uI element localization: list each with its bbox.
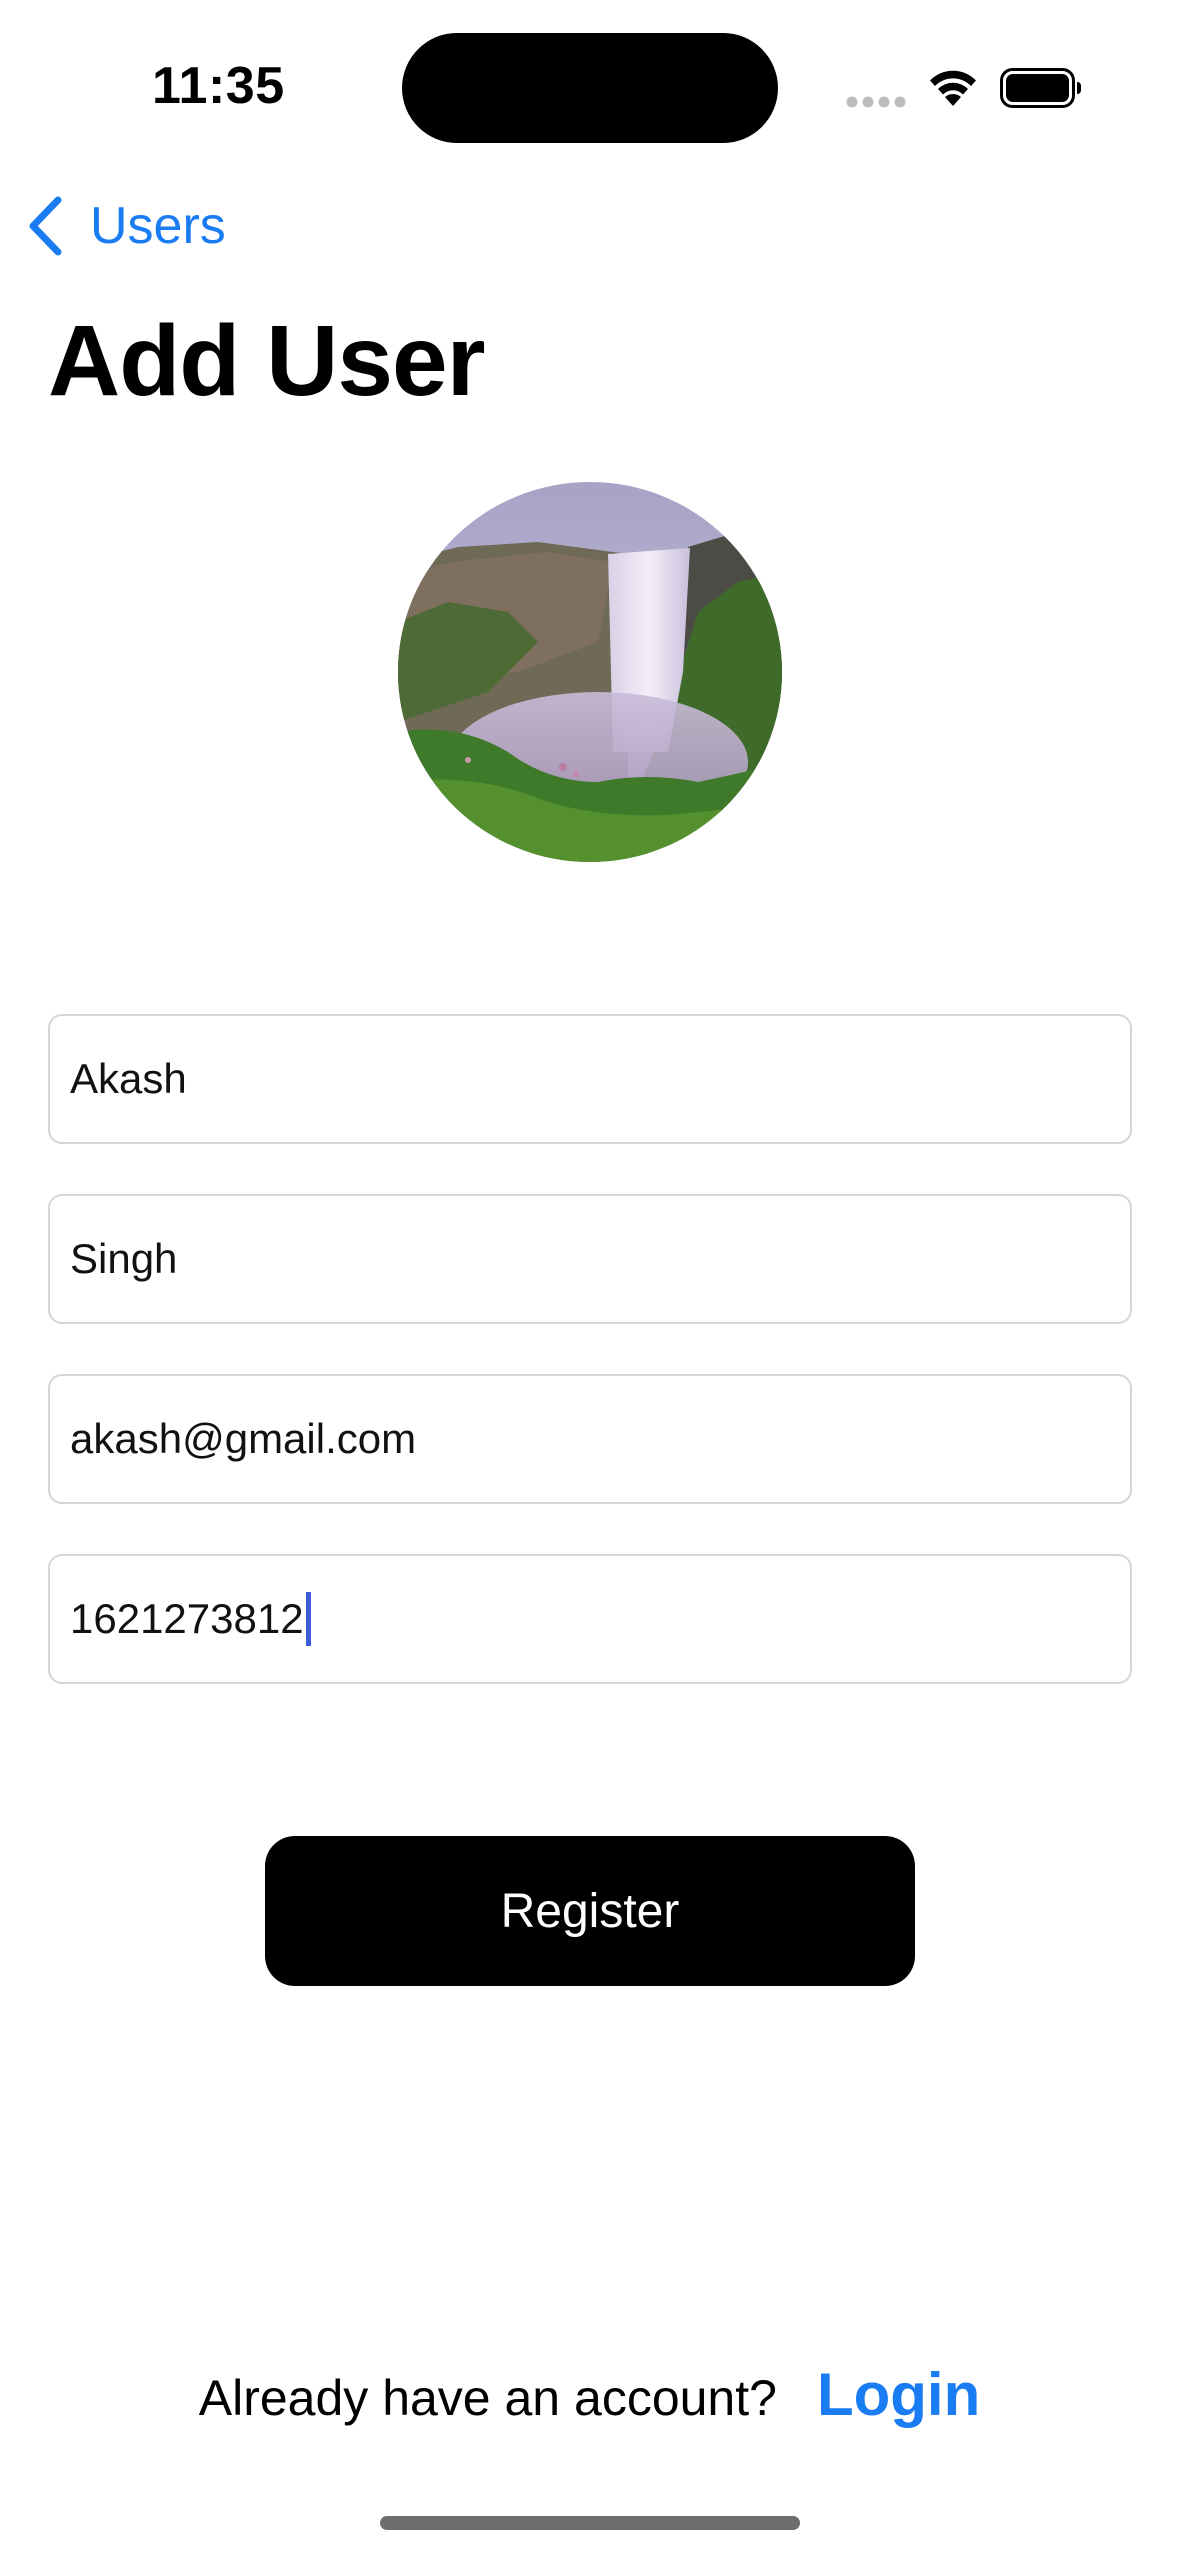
wifi-icon: [930, 70, 976, 106]
battery-icon: [1000, 68, 1081, 108]
back-label: Users: [90, 197, 226, 255]
register-button[interactable]: Register: [265, 1836, 915, 1986]
dynamic-island: [402, 33, 778, 143]
login-prompt-text: Already have an account?: [198, 2370, 777, 2426]
register-button-label: Register: [500, 1884, 680, 1938]
status-time: 11:35: [152, 57, 285, 115]
avatar-image[interactable]: [398, 482, 782, 862]
email-value: akash@gmail.com: [70, 1415, 417, 1462]
chevron-left-icon: [29, 196, 62, 256]
email-field[interactable]: akash@gmail.com: [48, 1374, 1132, 1504]
last-name-field[interactable]: Singh: [48, 1194, 1132, 1324]
back-button[interactable]: Users: [26, 190, 226, 262]
first-name-value: Akash: [70, 1055, 187, 1102]
login-link[interactable]: Login: [817, 2360, 980, 2429]
text-cursor: [305, 1592, 311, 1646]
page-title: Add User: [48, 305, 486, 417]
cellular-signal-icon: [846, 96, 906, 108]
first-name-field[interactable]: Akash: [48, 1014, 1132, 1144]
login-prompt: Already have an account? Login: [0, 2360, 1179, 2429]
home-indicator[interactable]: [380, 2516, 800, 2530]
phone-value: 1621273812: [70, 1595, 304, 1642]
phone-field[interactable]: 1621273812: [48, 1554, 1132, 1684]
last-name-value: Singh: [70, 1235, 178, 1282]
